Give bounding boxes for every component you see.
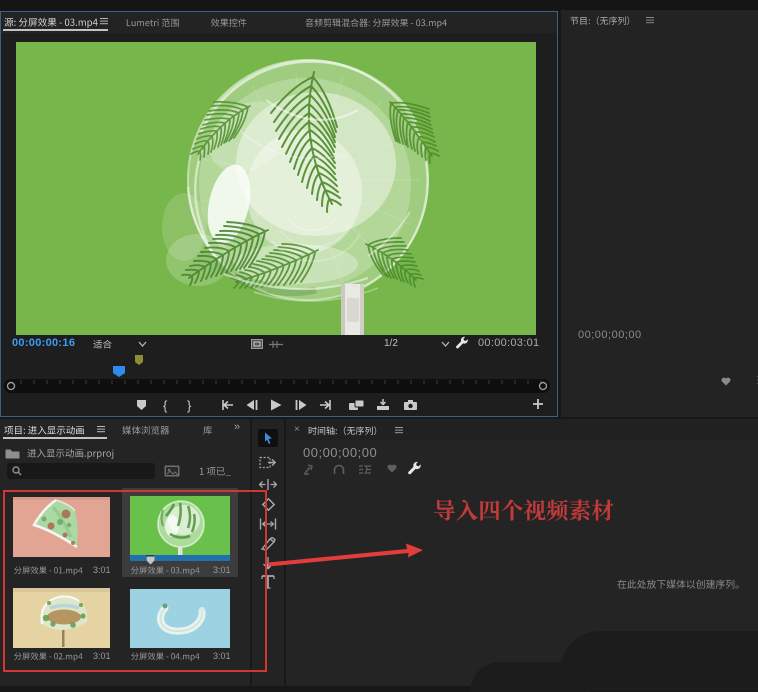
svg-text:}: }	[187, 398, 192, 413]
svg-text:{: {	[163, 398, 168, 413]
